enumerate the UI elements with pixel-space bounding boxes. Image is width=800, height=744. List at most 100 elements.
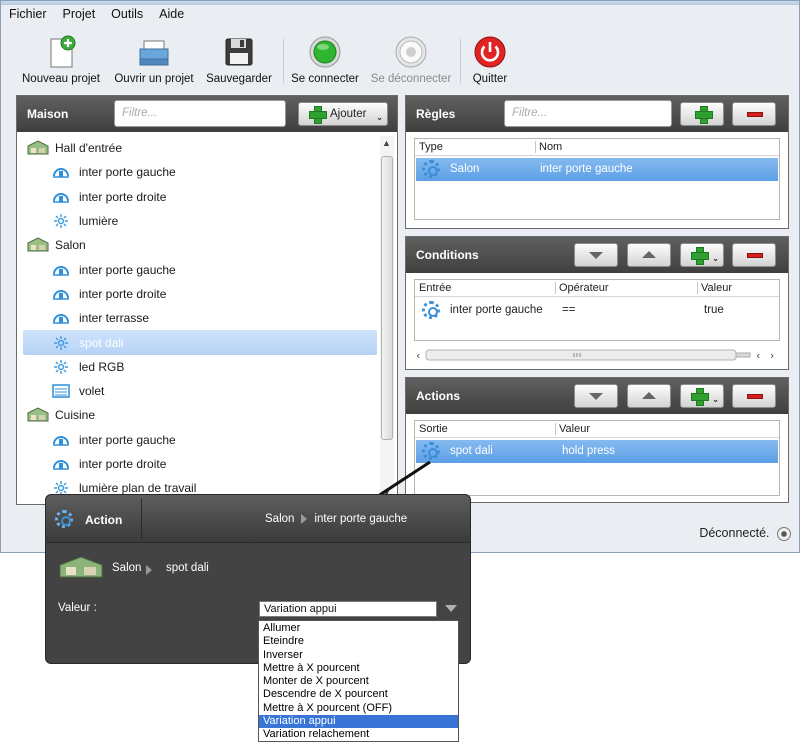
move-down-button[interactable] (574, 384, 618, 408)
conditions-header: Conditions ⌄ (406, 237, 788, 273)
menu-aide[interactable]: Aide (159, 7, 184, 27)
switch-icon (51, 310, 71, 326)
dropdown-option[interactable]: Variation relachement (259, 728, 458, 741)
tree-item[interactable]: lumière (23, 209, 377, 233)
plus-icon (691, 247, 709, 265)
tree-label: Hall d'entrée (55, 141, 122, 156)
quit-button[interactable]: Quitter (466, 35, 514, 85)
value-select[interactable]: Variation appui (259, 601, 463, 619)
new-document-icon (44, 35, 78, 69)
menu-outils[interactable]: Outils (111, 7, 143, 27)
tree-room[interactable]: Hall d'entrée (23, 136, 377, 160)
tree-item[interactable]: inter porte gauche (23, 428, 377, 452)
table-row[interactable]: Salon inter porte gauche (416, 158, 778, 181)
maison-title: Maison (27, 107, 69, 121)
move-up-button[interactable] (627, 384, 671, 408)
dropdown-option[interactable]: Eteindre (259, 635, 458, 648)
disconnect-label: Se déconnecter (370, 73, 452, 85)
menu-projet[interactable]: Projet (63, 7, 96, 27)
move-up-button[interactable] (627, 243, 671, 267)
quit-label: Quitter (472, 73, 508, 85)
conditions-hscrollbar[interactable]: ‹ ‹ › (414, 348, 780, 362)
column-nom[interactable]: Nom (539, 141, 562, 153)
table-row[interactable]: spot dali hold press (416, 440, 778, 463)
regles-panel: Règles Filtre... Type Nom Salon inter po… (405, 95, 789, 229)
connect-button[interactable]: Se connecter (291, 35, 359, 85)
column-entree[interactable]: Entrée (419, 282, 451, 294)
disconnect-grey-icon (394, 35, 428, 69)
target-item: spot dali (166, 562, 209, 574)
light-icon (51, 359, 71, 375)
menu-fichier[interactable]: Fichier (9, 7, 47, 27)
tree-item[interactable]: inter porte droite (23, 185, 377, 209)
move-down-button[interactable] (574, 243, 618, 267)
switch-icon (51, 456, 71, 472)
light-icon (51, 335, 71, 351)
maison-filter-input[interactable]: Filtre... (114, 100, 286, 127)
chevron-down-icon: ⌄ (712, 254, 719, 263)
tree-item[interactable]: inter porte droite (23, 452, 377, 476)
dropdown-option[interactable]: Allumer (259, 622, 458, 635)
new-project-button[interactable]: Nouveau projet (21, 35, 101, 85)
add-rule-button[interactable] (680, 102, 724, 126)
value-dropdown-list: Allumer Eteindre Inverser Mettre à X pource… (258, 620, 459, 742)
tree-label: inter porte gauche (79, 432, 176, 447)
disconnect-button[interactable]: Se déconnecter (369, 35, 453, 85)
minus-icon (747, 112, 763, 117)
popup-title: Action (85, 513, 123, 527)
tree-item[interactable]: inter porte gauche (23, 257, 377, 281)
open-project-button[interactable]: Ouvrir un projet (112, 35, 196, 85)
column-valeur[interactable]: Valeur (559, 423, 590, 435)
tree-item[interactable]: inter porte gauche (23, 160, 377, 184)
arrow-down-icon (589, 252, 603, 259)
conditions-title: Conditions (416, 248, 479, 262)
dropdown-option[interactable]: Variation appui (259, 715, 458, 729)
value-select-current[interactable]: Variation appui (259, 601, 437, 617)
regles-grid-header: Type Nom (415, 139, 779, 156)
dropdown-option[interactable]: Mettre à X pourcent (OFF) (259, 702, 458, 715)
remove-condition-button[interactable] (732, 243, 776, 267)
remove-action-button[interactable] (732, 384, 776, 408)
column-type[interactable]: Type (419, 141, 443, 153)
tree-room[interactable]: Cuisine (23, 403, 377, 427)
add-action-button[interactable]: ⌄ (680, 384, 724, 408)
tree-item[interactable]: led RGB (23, 355, 377, 379)
connection-status: Déconnecté. (699, 526, 770, 540)
add-condition-button[interactable]: ⌄ (680, 243, 724, 267)
dropdown-option[interactable]: Monter de X pourcent (259, 675, 458, 688)
dropdown-option[interactable]: Mettre à X pourcent (259, 662, 458, 675)
app-window: Fichier Projet Outils Aide Nouveau proje… (0, 0, 800, 553)
tree-room[interactable]: Salon (23, 233, 377, 257)
column-valeur[interactable]: Valeur (701, 282, 732, 294)
room-icon (59, 556, 103, 578)
column-operateur[interactable]: Opérateur (559, 282, 609, 294)
connect-label: Se connecter (291, 73, 359, 85)
maison-header: Maison Filtre... Ajouter ⌄ (17, 96, 397, 132)
tree-label: lumière (79, 214, 119, 229)
tree-item[interactable]: volet (23, 379, 377, 403)
crumb-room: Salon (265, 513, 295, 525)
remove-rule-button[interactable] (732, 102, 776, 126)
actions-grid: Sortie Valeur spot dali hold press (414, 420, 780, 496)
table-row[interactable]: inter porte gauche == true (416, 299, 778, 322)
open-folder-icon (137, 35, 171, 69)
tree-item[interactable]: spot dali (23, 330, 377, 355)
target-room: Salon (112, 562, 142, 574)
dropdown-arrow-icon[interactable] (445, 605, 457, 612)
tree-label: inter porte droite (79, 457, 167, 471)
tree-item[interactable]: inter terrasse (23, 306, 377, 330)
column-sortie[interactable]: Sortie (419, 423, 448, 435)
tree-label: volet (79, 384, 105, 399)
dropdown-option[interactable]: Inverser (259, 649, 458, 662)
tree-scrollbar[interactable]: ▲ ▼ (380, 136, 394, 500)
add-button[interactable]: Ajouter ⌄ (298, 102, 388, 126)
scroll-thumb[interactable] (381, 156, 393, 440)
save-label: Sauvegarder (206, 73, 272, 85)
save-button[interactable]: Sauvegarder (205, 35, 273, 85)
scroll-up-icon[interactable]: ▲ (382, 138, 391, 148)
dropdown-option[interactable]: Descendre de X pourcent (259, 688, 458, 701)
tree-label: Cuisine (55, 408, 96, 423)
regles-filter-input[interactable]: Filtre... (504, 100, 672, 127)
popup-header: Action Salon inter porte gauche (46, 495, 470, 543)
tree-item[interactable]: inter porte droite (23, 282, 377, 306)
